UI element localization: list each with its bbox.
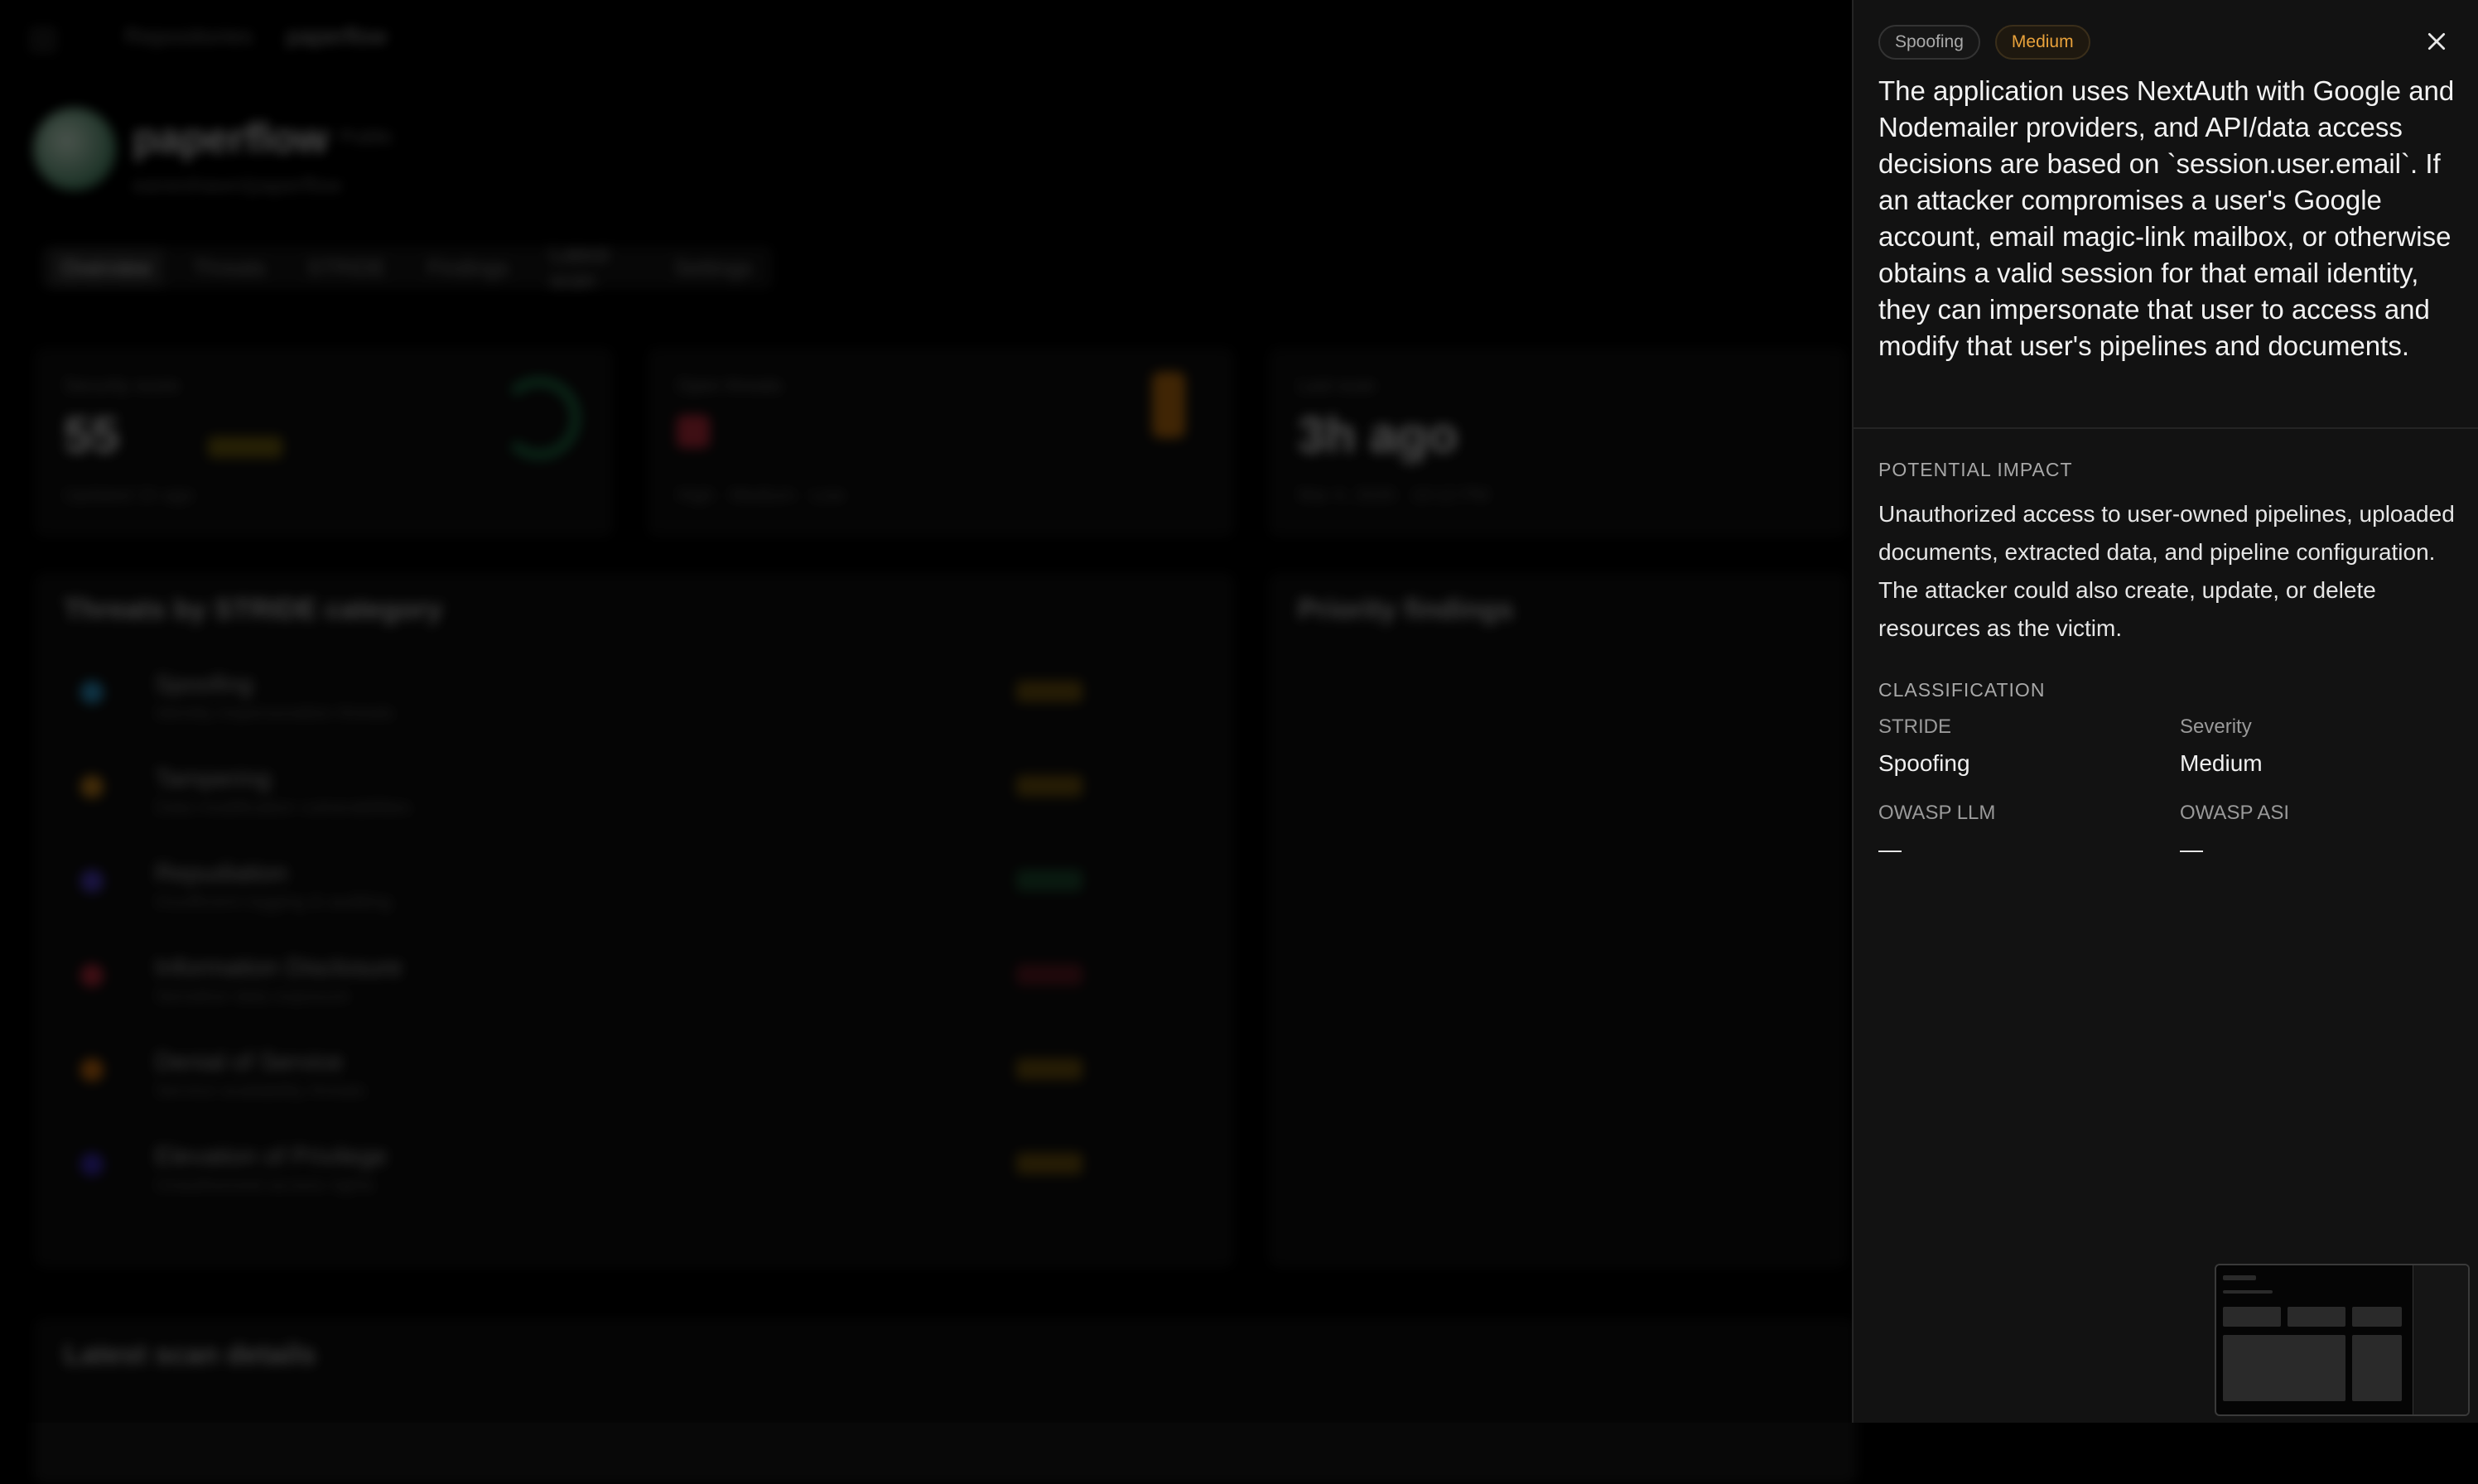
modal-overlay[interactable] xyxy=(0,0,1852,1423)
close-icon xyxy=(2427,32,2446,51)
severity-value: Medium xyxy=(2180,750,2263,776)
threat-description: The application uses NextAuth with Googl… xyxy=(1878,75,2455,361)
stride-label: STRIDE xyxy=(1878,716,1952,738)
close-button[interactable] xyxy=(2420,25,2453,58)
severity-label: Severity xyxy=(2180,716,2252,738)
impact-text: Unauthorized access to user-owned pipeli… xyxy=(1878,501,2455,641)
owasp-llm-value: — xyxy=(1878,836,1902,862)
screenshot-thumbnail[interactable] xyxy=(2215,1264,2470,1416)
owasp-llm-label: OWASP LLM xyxy=(1878,802,1996,824)
impact-heading: POTENTIAL IMPACT xyxy=(1878,459,2073,480)
owasp-asi-value: — xyxy=(2180,836,2203,862)
classification-heading: CLASSIFICATION xyxy=(1878,679,2046,701)
owasp-asi-label: OWASP ASI xyxy=(2180,802,2290,824)
severity-tag: Medium xyxy=(1994,25,2090,60)
tag-row: Spoofing Medium xyxy=(1878,25,2090,60)
threat-detail-panel: Spoofing Medium The application uses Nex… xyxy=(1852,0,2478,1423)
stride-value: Spoofing xyxy=(1878,750,1970,776)
stride-tag: Spoofing xyxy=(1878,25,1980,60)
divider xyxy=(1854,427,2478,429)
